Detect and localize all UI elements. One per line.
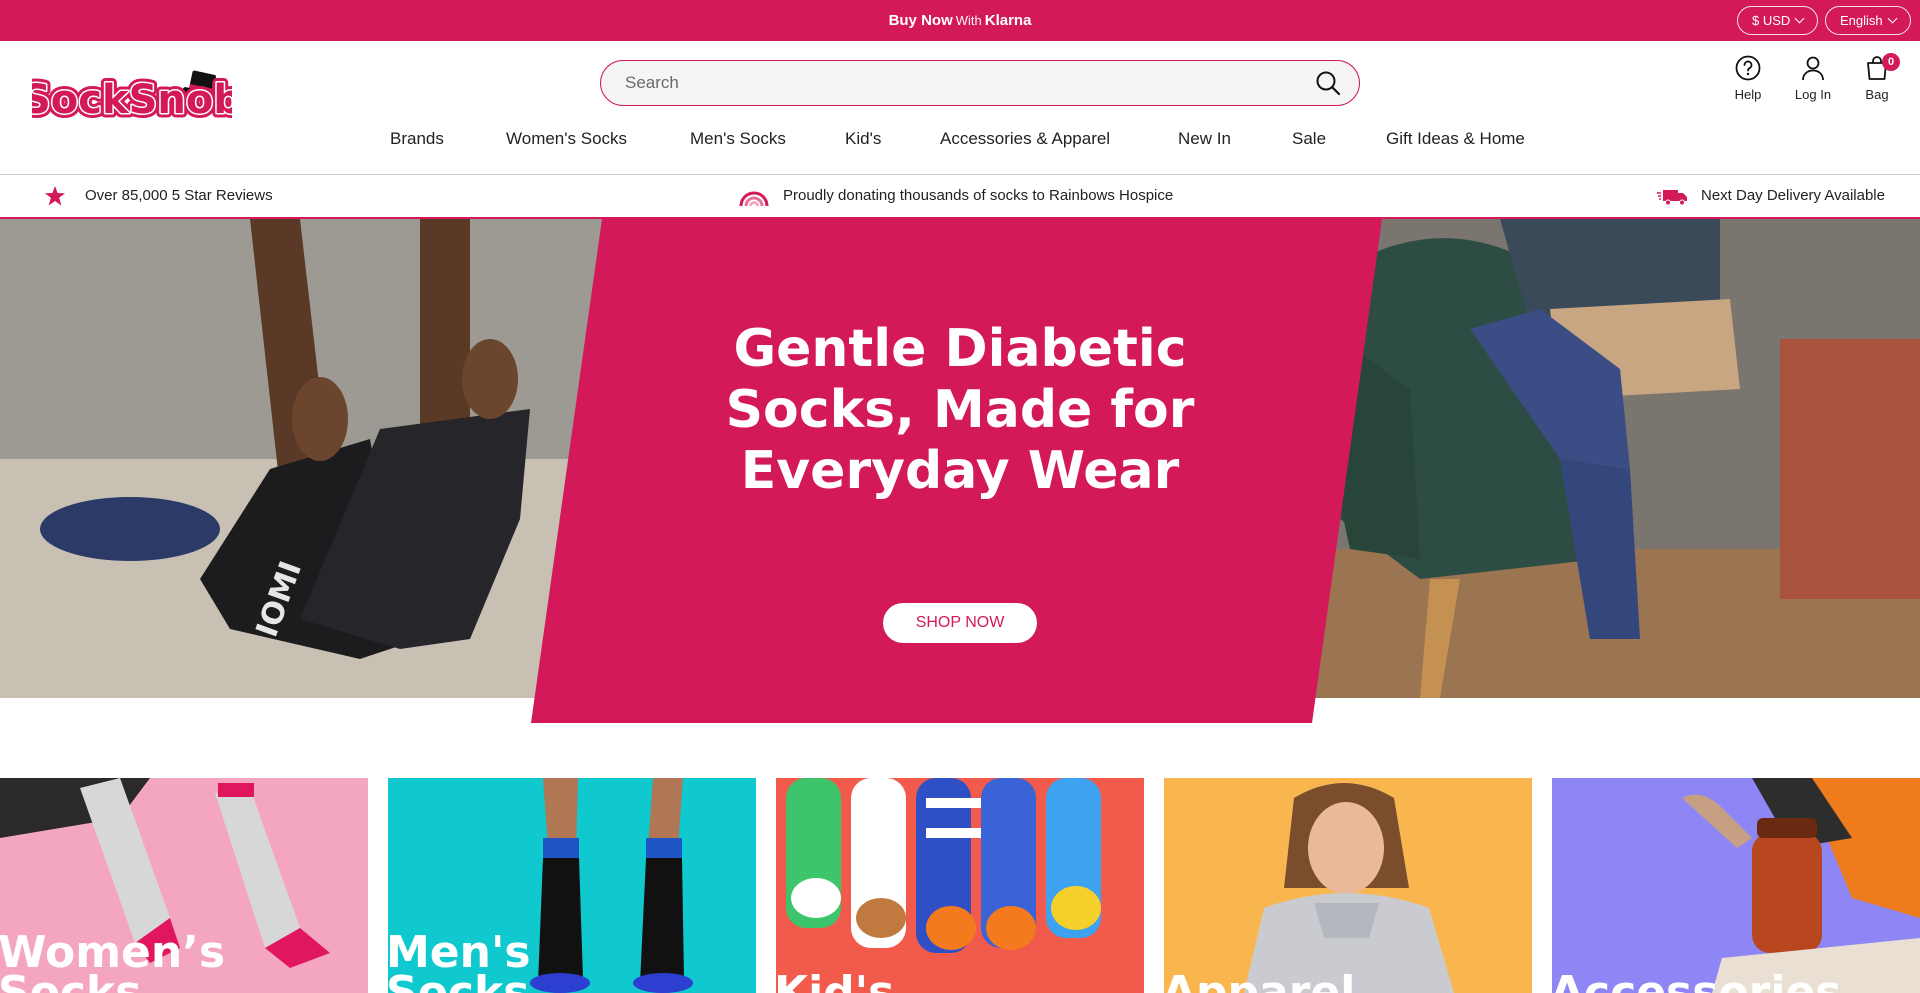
hero-banner[interactable]: IOMI Gentle Diabetic Socks, Made for Eve… xyxy=(0,219,1920,723)
shop-now-button[interactable]: SHOP NOW xyxy=(883,603,1037,643)
help-link[interactable]: Help xyxy=(1718,55,1778,102)
category-card-apparel[interactable]: Apparel xyxy=(1164,778,1532,993)
rainbow-icon xyxy=(739,191,769,207)
chevron-down-icon xyxy=(1794,13,1805,24)
promo-with: With xyxy=(955,13,982,28)
search-bar xyxy=(600,60,1360,106)
usp-bar: Over 85,000 5 Star Reviews Proudly donat… xyxy=(0,175,1920,219)
category-label: Accessories xyxy=(1552,967,1842,993)
login-label: Log In xyxy=(1794,87,1832,102)
bag-link[interactable]: 0 Bag xyxy=(1847,53,1907,102)
usp-donating: Proudly donating thousands of socks to R… xyxy=(739,187,1174,207)
category-label: Women’s Socks xyxy=(0,927,226,993)
bag-label: Bag xyxy=(1865,87,1889,102)
nav-accessories-apparel[interactable]: Accessories & Apparel xyxy=(940,129,1110,149)
login-link[interactable]: Log In xyxy=(1783,55,1843,102)
socksnob-logo-mark: SockSnob SockSnob xyxy=(18,70,247,128)
category-label: Men's Socks xyxy=(388,927,531,993)
delivery-truck-icon xyxy=(1657,190,1687,206)
category-card-kids[interactable]: Kid's xyxy=(776,778,1144,993)
promo-klarna: Klarna xyxy=(984,12,1032,29)
currency-label: $ USD xyxy=(1752,13,1791,28)
usp-delivery: Next Day Delivery Available xyxy=(1657,187,1885,206)
main-nav: Brands Women's Socks Men's Socks Kid's A… xyxy=(0,129,1920,165)
usp-delivery-text: Next Day Delivery Available xyxy=(1701,187,1885,204)
category-label: Apparel xyxy=(1164,967,1356,993)
nav-sale[interactable]: Sale xyxy=(1292,129,1326,149)
category-card-mens-socks[interactable]: Men's Socks xyxy=(388,778,756,993)
usp-reviews-text: Over 85,000 5 Star Reviews xyxy=(85,187,273,204)
star-icon xyxy=(45,186,65,206)
promo-buy-now: Buy Now xyxy=(888,12,953,29)
nav-brands[interactable]: Brands xyxy=(390,129,444,149)
category-card-accessories[interactable]: Accessories xyxy=(1552,778,1920,993)
currency-selector[interactable]: $ USD xyxy=(1737,6,1819,35)
usp-donating-text: Proudly donating thousands of socks to R… xyxy=(783,187,1174,204)
category-cards: Women’s Socks Men's Socks Kid's Apparel … xyxy=(0,778,1920,993)
search-button[interactable] xyxy=(1315,70,1341,96)
hero-title: Gentle Diabetic Socks, Made for Everyday… xyxy=(725,319,1195,501)
promo-bar: Buy Now With Klarna $ USD English xyxy=(0,0,1920,41)
accessories-image xyxy=(1552,778,1920,993)
nav-gift-ideas-home[interactable]: Gift Ideas & Home xyxy=(1386,129,1525,149)
socksnob-logo[interactable]: SockSnob SockSnob xyxy=(18,61,247,128)
site-header: SockSnob SockSnob Help Log In xyxy=(0,41,1920,175)
chevron-down-icon xyxy=(1887,13,1898,24)
klarna-promo[interactable]: Buy Now With Klarna xyxy=(0,12,1920,29)
apparel-image xyxy=(1164,778,1532,993)
nav-womens-socks[interactable]: Women's Socks xyxy=(506,129,627,149)
nav-new-in[interactable]: New In xyxy=(1178,129,1231,149)
kids-socks-image xyxy=(776,778,1144,993)
usp-reviews: Over 85,000 5 Star Reviews xyxy=(44,186,273,206)
language-label: English xyxy=(1840,13,1883,28)
help-label: Help xyxy=(1734,87,1762,102)
help-icon xyxy=(1735,55,1761,81)
bag-count-badge: 0 xyxy=(1882,53,1900,71)
search-icon xyxy=(1316,71,1341,96)
nav-mens-socks[interactable]: Men's Socks xyxy=(690,129,786,149)
logo-text-inner: SockSnob xyxy=(32,77,232,123)
category-label: Kid's xyxy=(776,967,895,993)
nav-kids[interactable]: Kid's xyxy=(845,129,881,149)
language-selector[interactable]: English xyxy=(1825,6,1911,35)
user-icon xyxy=(1802,56,1824,81)
category-card-womens-socks[interactable]: Women’s Socks xyxy=(0,778,368,993)
search-input[interactable] xyxy=(625,61,1285,104)
